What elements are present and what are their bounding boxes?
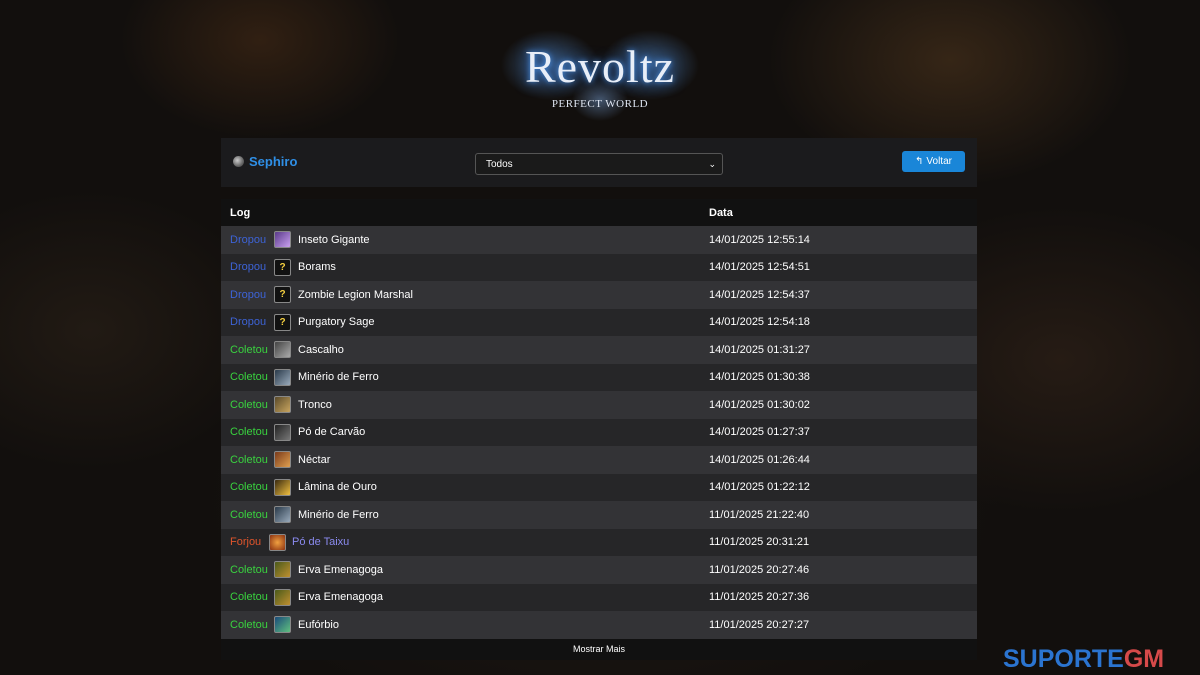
log-date: 11/01/2025 20:27:36: [709, 591, 810, 604]
table-row: Coletou Eufórbio 11/01/2025 20:27:27: [221, 611, 977, 639]
suportegm-watermark: SUPORTEGM: [1003, 645, 1164, 674]
watermark-part2: GM: [1123, 645, 1165, 673]
log-action: Coletou: [230, 591, 268, 604]
log-date: 14/01/2025 01:22:12: [709, 481, 810, 494]
item-name: Minério de Ferro: [298, 508, 379, 521]
item-name: Tronco: [298, 398, 332, 411]
table-row: Coletou Lâmina de Ouro 14/01/2025 01:22:12: [221, 473, 977, 501]
item-name: Zombie Legion Marshal: [298, 288, 413, 301]
filter-selected-value: Todos: [486, 158, 513, 170]
table-row: Coletou Minério de Ferro 11/01/2025 21:22:…: [221, 501, 977, 529]
log-date: 14/01/2025 01:31:27: [709, 343, 810, 356]
table-header: Log Data: [221, 199, 977, 226]
table-row: Dropou? Purgatory Sage 14/01/2025 12:54:18: [221, 308, 977, 336]
item-icon: ?: [274, 313, 291, 331]
item-icon: [274, 616, 291, 633]
item-icon: [274, 506, 291, 523]
log-action: Dropou: [230, 288, 267, 301]
log-action: Coletou: [230, 398, 268, 411]
logo-title: Revoltz: [524, 41, 676, 92]
item-icon: [269, 533, 286, 551]
table-row: Dropou? Zombie Legion Marshal 14/01/2025 1…: [221, 281, 977, 309]
character-name[interactable]: Sephiro: [249, 154, 297, 169]
log-action: Dropou: [230, 233, 267, 246]
chevron-down-icon: ⌄: [708, 158, 716, 169]
log-date: 14/01/2025 12:55:14: [709, 233, 810, 246]
log-date: 11/01/2025 20:27:27: [709, 618, 810, 631]
item-icon: ?: [274, 258, 291, 276]
table-row: Dropou Inseto Gigante 14/01/2025 12:55:14: [221, 226, 977, 254]
log-table: Log Data Dropou Inseto Gigante 14/01/2025 …: [221, 199, 977, 660]
item-name: Pó de Carvão: [298, 426, 366, 439]
item-icon: ?: [274, 286, 291, 303]
item-name: Erva Emenagoga: [298, 591, 383, 604]
return-arrow-icon: ↰: [915, 156, 924, 167]
item-icon: [274, 396, 291, 413]
item-name: Eufórbio: [298, 618, 339, 631]
item-icon: [274, 341, 291, 358]
back-button[interactable]: ↰ Voltar: [902, 151, 965, 172]
character-panel: Sephiro Todos ⌄ ↰ Voltar: [221, 138, 977, 187]
log-date: 14/01/2025 01:26:44: [709, 453, 810, 466]
item-icon: [274, 368, 291, 386]
item-name: Néctar: [298, 453, 331, 466]
item-icon: [274, 423, 291, 441]
table-row: Coletou Pó de Carvão 14/01/2025 01:27:37: [221, 418, 977, 446]
table-row: Coletou Tronco 14/01/2025 01:30:02: [221, 391, 977, 419]
log-action: Coletou: [230, 453, 268, 466]
log-date: 14/01/2025 12:54:18: [709, 316, 810, 329]
item-name: Borams: [298, 261, 336, 274]
item-name: Purgatory Sage: [298, 316, 375, 329]
item-icon: [274, 451, 291, 468]
table-row: Coletou Néctar 14/01/2025 01:26:44: [221, 446, 977, 474]
character-link[interactable]: Sephiro: [233, 154, 297, 169]
table-row: Coletou Cascalho 14/01/2025 01:31:27: [221, 336, 977, 364]
table-row: Coletou Erva Emenagoga 11/01/2025 20:27:36: [221, 583, 977, 611]
watermark-part1: SUPORTE: [1003, 645, 1124, 673]
log-date: 14/01/2025 12:54:51: [709, 261, 810, 274]
logo-subtitle: PERFECT WORLD: [551, 98, 649, 110]
log-date: 11/01/2025 21:22:40: [709, 508, 810, 521]
item-icon: [274, 588, 291, 606]
table-row: Dropou? Borams 14/01/2025 12:54:51: [221, 253, 977, 281]
item-icon: [274, 561, 291, 578]
log-action: Coletou: [230, 508, 268, 521]
item-icon: [274, 478, 291, 496]
item-name: Cascalho: [298, 343, 344, 356]
log-action: Coletou: [230, 563, 268, 576]
show-more-button[interactable]: Mostrar Mais: [221, 638, 977, 660]
log-action: Coletou: [230, 426, 268, 439]
item-icon: [274, 231, 291, 248]
log-action: Coletou: [230, 371, 268, 384]
log-action: Forjou: [230, 536, 262, 549]
log-date: 11/01/2025 20:27:46: [709, 563, 810, 576]
item-name: Lâmina de Ouro: [298, 481, 377, 494]
log-action: Coletou: [230, 618, 268, 631]
table-row: Coletou Erva Emenagoga 11/01/2025 20:27:46: [221, 556, 977, 584]
log-action: Dropou: [230, 316, 267, 329]
log-action: Dropou: [230, 261, 267, 274]
log-action: Coletou: [230, 481, 268, 494]
table-body: Dropou Inseto Gigante 14/01/2025 12:55:14 D…: [221, 226, 977, 639]
back-button-label: Voltar: [926, 156, 952, 167]
table-row: Forjou Pó de Taixu 11/01/2025 20:31:21: [221, 528, 977, 556]
item-name: Erva Emenagoga: [298, 563, 383, 576]
log-filter-select[interactable]: Todos ⌄: [475, 153, 723, 175]
header-log: Log: [230, 206, 251, 219]
table-row: Coletou Minério de Ferro 14/01/2025 01:30:…: [221, 363, 977, 391]
revoltz-logo[interactable]: Revoltz PERFECT WORLD: [490, 10, 710, 128]
log-date: 14/01/2025 12:54:37: [709, 288, 810, 301]
log-date: 11/01/2025 20:31:21: [709, 536, 810, 549]
log-date: 14/01/2025 01:30:02: [709, 398, 810, 411]
item-name: Pó de Taixu: [292, 536, 350, 549]
log-date: 14/01/2025 01:27:37: [709, 426, 810, 439]
character-class-icon: [233, 156, 244, 167]
log-action: Coletou: [230, 343, 268, 356]
item-name: Inseto Gigante: [298, 233, 370, 246]
log-date: 14/01/2025 01:30:38: [709, 371, 810, 384]
header-date: Data: [709, 206, 733, 219]
item-name: Minério de Ferro: [298, 371, 379, 384]
